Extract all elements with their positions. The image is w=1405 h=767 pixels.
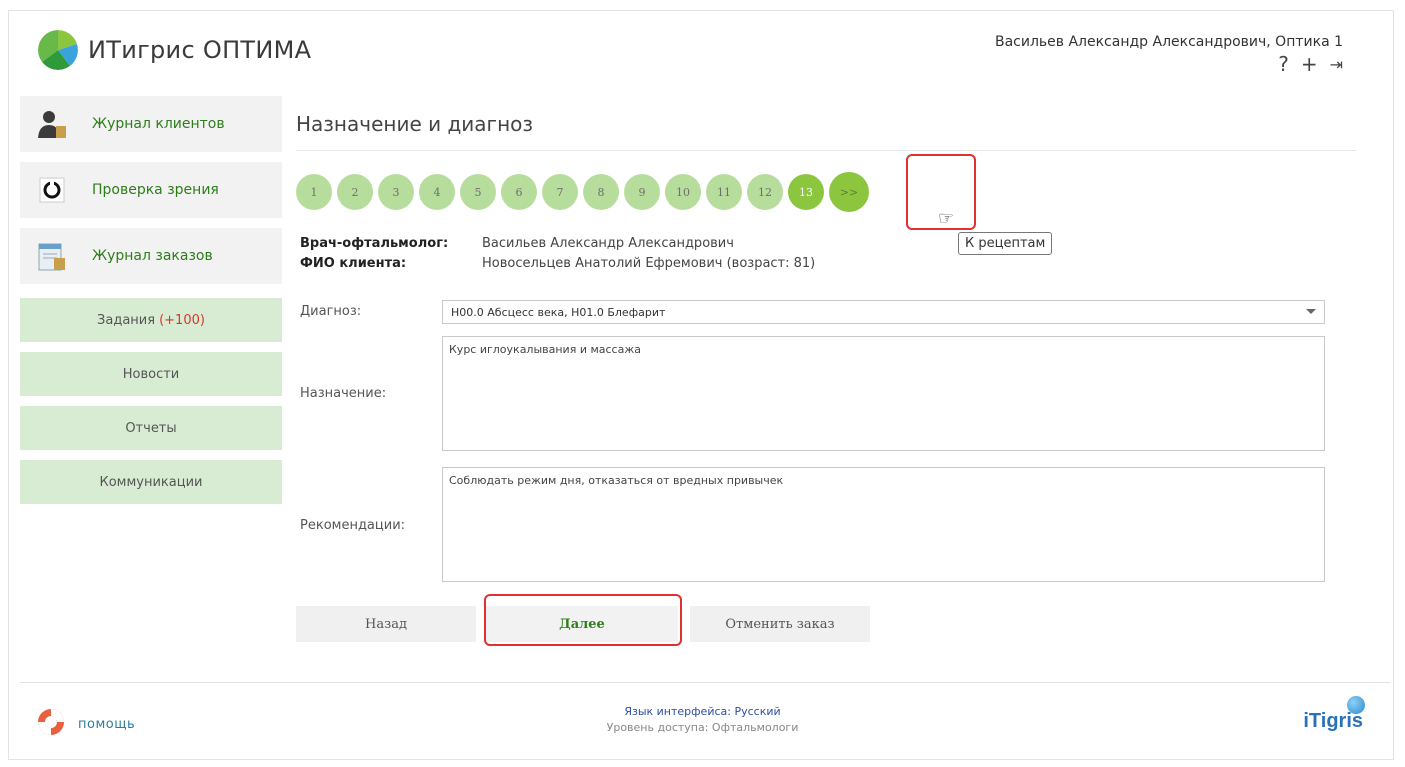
help-icon[interactable]: ?: [1278, 52, 1289, 76]
app-logo[interactable]: ИТигрис ОПТИМА: [38, 30, 311, 70]
step-button[interactable]: 1: [296, 174, 332, 210]
next-step-button[interactable]: >>: [829, 172, 869, 212]
highlight-next-button: [484, 594, 682, 646]
clients-journal-icon: [34, 106, 70, 142]
diagnosis-label: Диагноз:: [300, 304, 362, 319]
tasks-count-badge: (+100): [159, 312, 205, 328]
prescription-field[interactable]: Курс иглоукалывания и массажа: [442, 336, 1325, 451]
sidebar-item-reports[interactable]: Отчеты: [20, 406, 282, 450]
sidebar-item-news[interactable]: Новости: [20, 352, 282, 396]
logout-icon[interactable]: ⇥: [1330, 55, 1343, 74]
client-value: Новосельцев Анатолий Ефремович (возраст:…: [482, 256, 816, 271]
app-title: ИТигрис ОПТИМА: [88, 36, 312, 64]
step-button[interactable]: 5: [460, 174, 496, 210]
step-button[interactable]: 8: [583, 174, 619, 210]
access-level: Уровень доступа: Офтальмологи: [606, 721, 799, 734]
sidebar-item-orders-journal[interactable]: Журнал заказов: [20, 228, 282, 284]
back-button[interactable]: Назад: [296, 606, 476, 642]
footer-divider: [20, 682, 1390, 683]
hand-cursor-icon: ☞: [938, 208, 955, 229]
step-button[interactable]: 6: [501, 174, 537, 210]
step-button[interactable]: 12: [747, 174, 783, 210]
add-icon[interactable]: +: [1301, 52, 1318, 76]
chevron-down-icon: [1306, 309, 1316, 314]
sidebar-item-clients-journal[interactable]: Журнал клиентов: [20, 96, 282, 152]
logo-icon: [38, 30, 78, 70]
page-title: Назначение и диагноз: [296, 96, 1356, 151]
brand-logo: iTigris: [1303, 710, 1363, 732]
sidebar: Журнал клиентов Проверка зрения Журнал з…: [20, 96, 282, 514]
sidebar-item-label: Проверка зрения: [92, 182, 219, 198]
step-button-active[interactable]: 13: [788, 174, 824, 210]
step-button[interactable]: 11: [706, 174, 742, 210]
user-name[interactable]: Васильев Александр Александрович, Оптика…: [995, 34, 1343, 50]
step-button[interactable]: 7: [542, 174, 578, 210]
diagnosis-select[interactable]: H00.0 Абсцесс века, H01.0 Блефарит: [442, 300, 1325, 324]
footer-info: Язык интерфейса: Русский Уровень доступа…: [0, 704, 1405, 736]
step-button[interactable]: 4: [419, 174, 455, 210]
doctor-label: Врач-офтальмолог:: [300, 236, 449, 251]
cancel-order-button[interactable]: Отменить заказ: [690, 606, 870, 642]
step-button[interactable]: 2: [337, 174, 373, 210]
recommendations-field[interactable]: Соблюдать режим дня, отказаться от вредн…: [442, 467, 1325, 582]
doctor-value: Васильев Александр Александрович: [482, 236, 734, 251]
tasks-label: Задания: [97, 312, 156, 328]
sidebar-item-label: Отчеты: [125, 420, 177, 436]
step-button[interactable]: 9: [624, 174, 660, 210]
client-label: ФИО клиента:: [300, 256, 407, 271]
sidebar-item-tasks[interactable]: Задания (+100): [20, 298, 282, 342]
step-navigator: 1 2 3 4 5 6 7 8 9 10 11 12 13 >>: [296, 172, 869, 212]
step-button[interactable]: 10: [665, 174, 701, 210]
orders-journal-icon: [34, 238, 70, 274]
tooltip: К рецептам: [958, 232, 1053, 255]
prescription-label: Назначение:: [300, 386, 387, 401]
main-content: Назначение и диагноз 1 2 3 4 5 6 7 8 9 1…: [296, 96, 1386, 646]
recommendations-label: Рекомендации:: [300, 518, 406, 533]
language-label: Язык интерфейса:: [624, 705, 731, 718]
sidebar-item-communications[interactable]: Коммуникации: [20, 460, 282, 504]
sidebar-item-label: Журнал заказов: [92, 248, 213, 264]
language-switch[interactable]: Русский: [734, 705, 780, 718]
sidebar-item-label: Коммуникации: [99, 474, 203, 490]
sidebar-item-label: Журнал клиентов: [92, 116, 225, 132]
vision-check-icon: [34, 172, 70, 208]
language-info: Язык интерфейса: Русский: [0, 704, 1405, 720]
header-icons: ? + ⇥: [1278, 52, 1343, 76]
diagnosis-value: H00.0 Абсцесс века, H01.0 Блефарит: [451, 305, 666, 319]
step-button[interactable]: 3: [378, 174, 414, 210]
visit-info: Врач-офтальмолог: Васильев Александр Але…: [300, 234, 815, 274]
sidebar-item-label: Новости: [122, 366, 180, 382]
sidebar-item-vision-check[interactable]: Проверка зрения: [20, 162, 282, 218]
